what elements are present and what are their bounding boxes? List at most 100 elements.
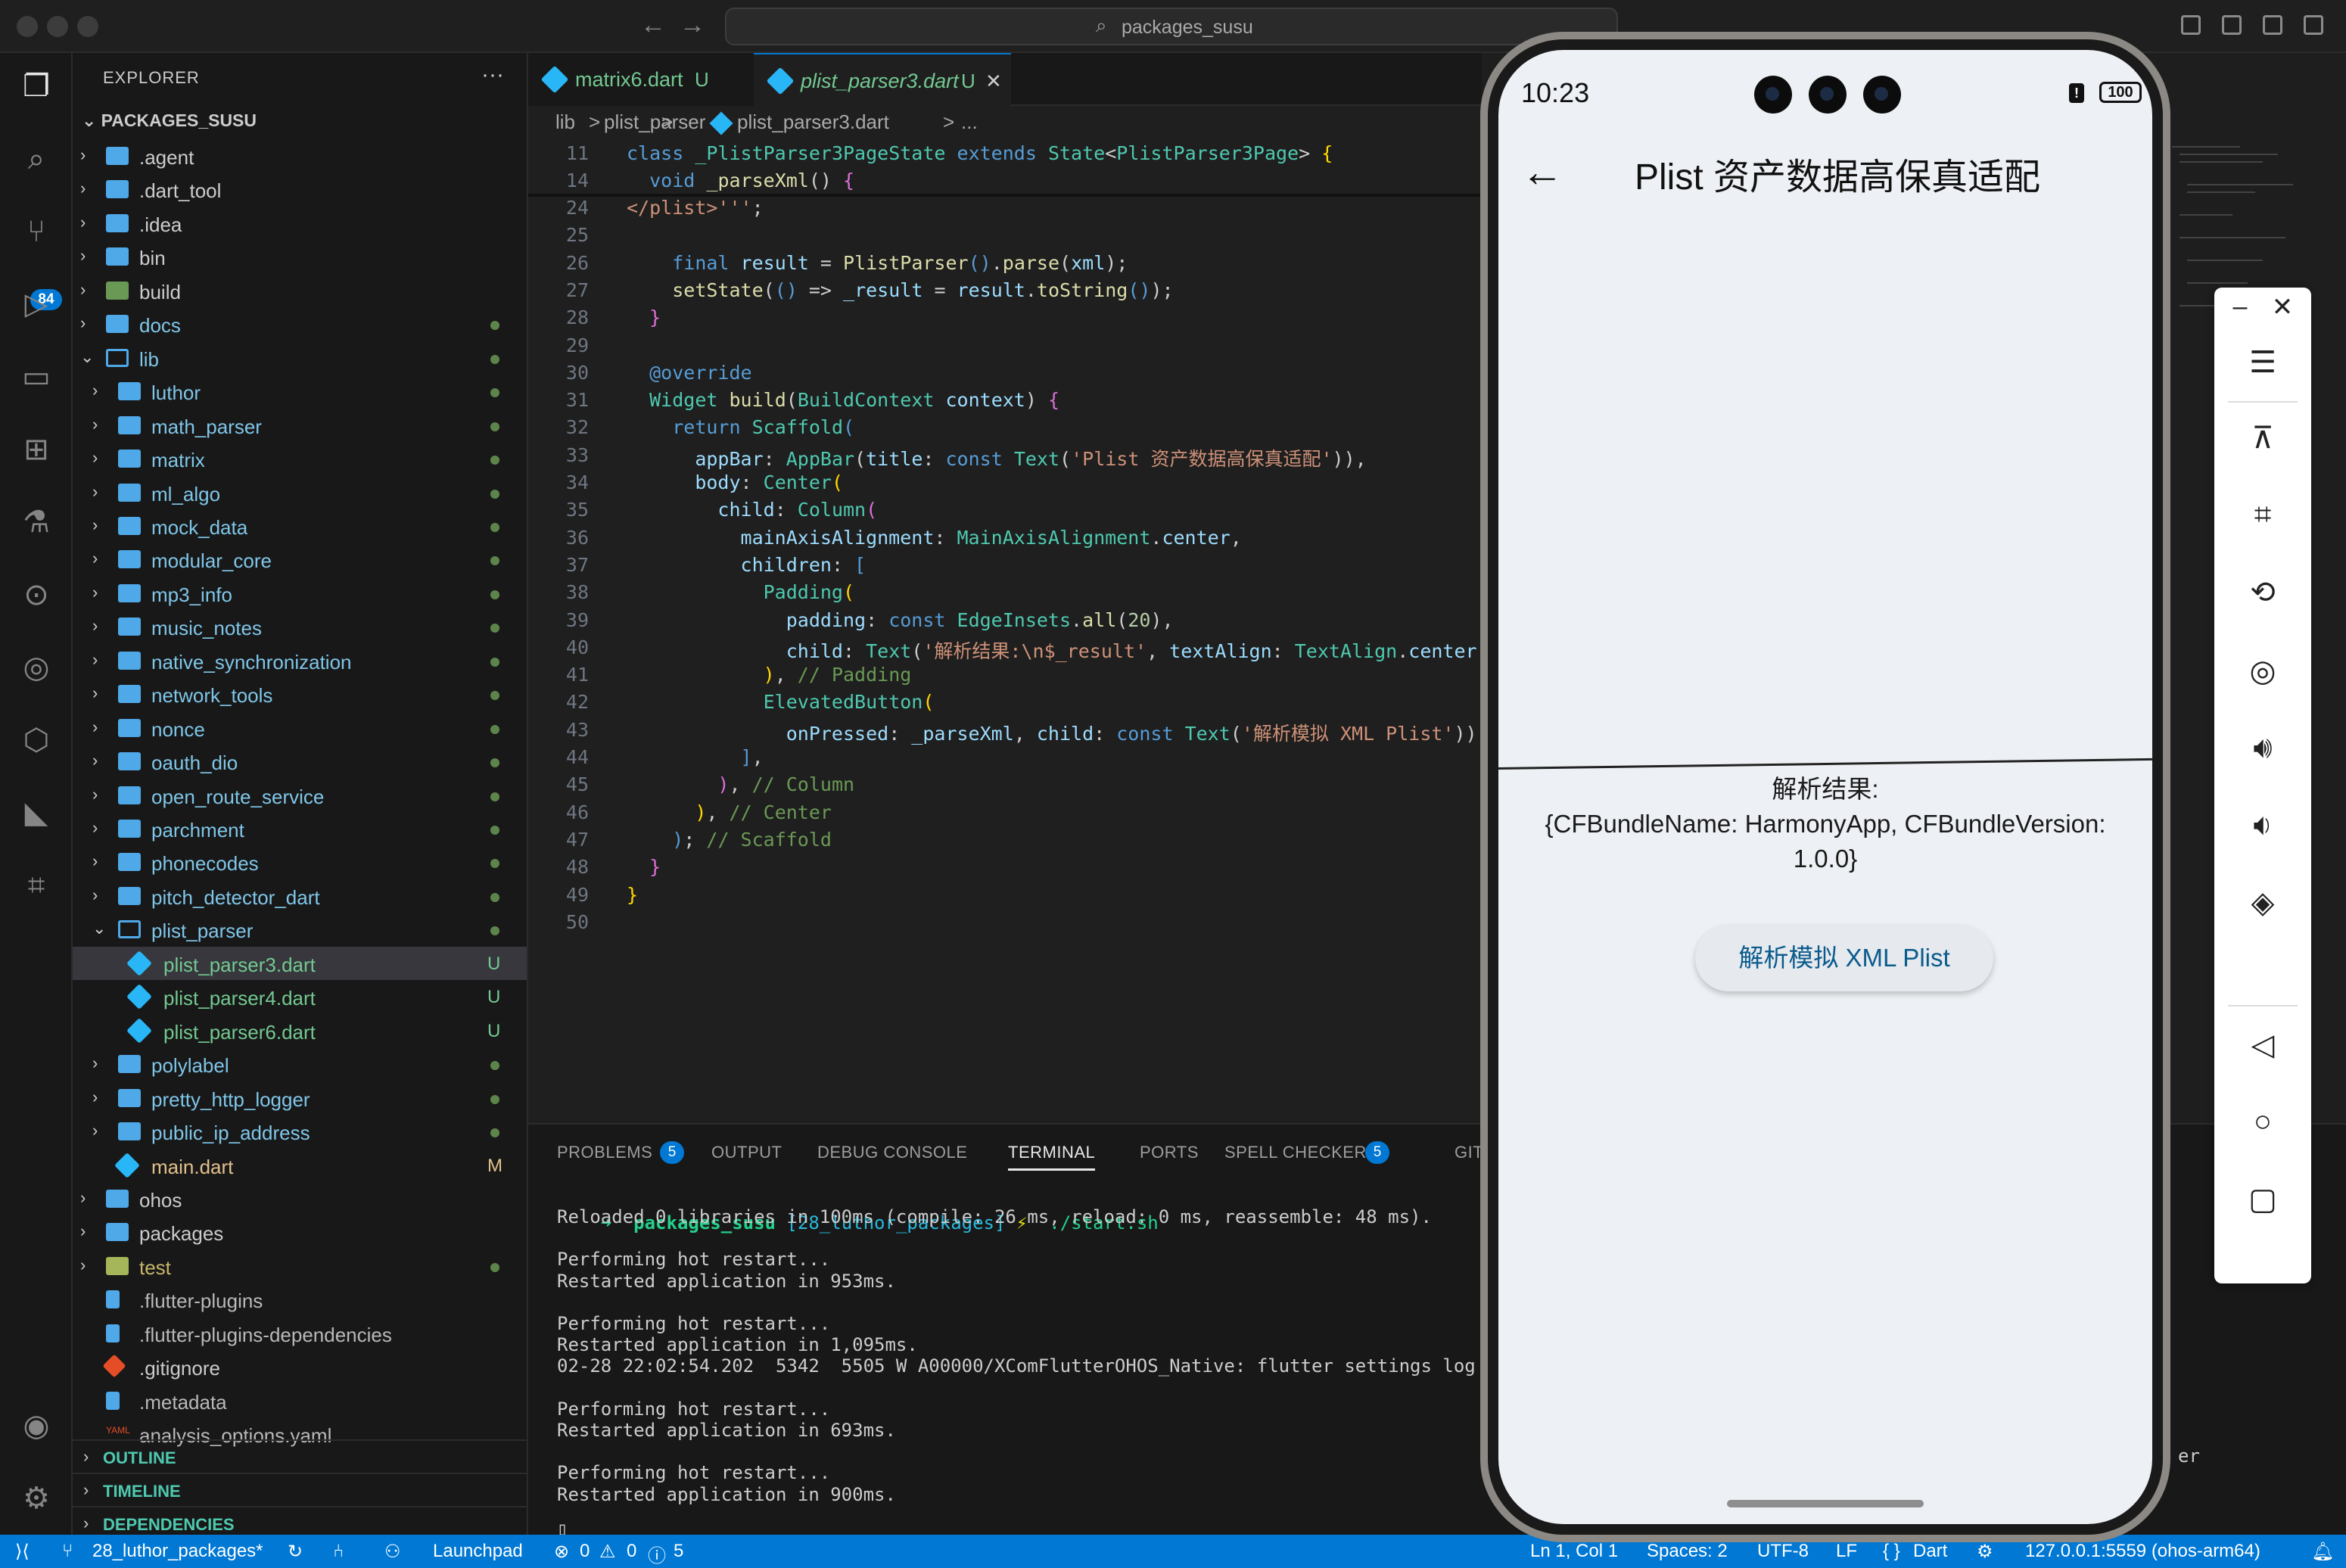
gitlens-icon[interactable]: ⊙	[18, 577, 54, 613]
tree-folder[interactable]: › modular_core	[73, 543, 527, 576]
home-indicator[interactable]	[1727, 1500, 1924, 1507]
back-nav-icon[interactable]: ←	[640, 11, 666, 40]
editor-tab[interactable]: plist_parser3.dart U ✕	[754, 53, 1011, 106]
testing-icon[interactable]: ⚗	[18, 504, 54, 540]
tree-folder[interactable]: ⌄ lib	[73, 341, 527, 375]
forward-nav-icon[interactable]: →	[680, 11, 705, 40]
flutter-icon[interactable]: ◣	[18, 795, 54, 831]
tree-folder[interactable]: › open_route_service	[73, 779, 527, 812]
tree-file[interactable]: plist_parser3.dart U	[73, 946, 527, 980]
toggle-sidebar-icon[interactable]	[2222, 15, 2242, 35]
toggle-secondary-sidebar-icon[interactable]	[2304, 15, 2323, 35]
close-window-button[interactable]	[17, 16, 38, 37]
editor-tab[interactable]: matrix6.dart U	[528, 53, 754, 106]
scan-icon[interactable]: ⌗	[18, 867, 54, 904]
panel-tab-ports[interactable]: PORTS	[1140, 1143, 1199, 1162]
remote-indicator-icon[interactable]: ⟩⟨	[15, 1541, 30, 1563]
tree-file[interactable]: .flutter-plugins	[73, 1283, 527, 1316]
tree-file[interactable]: .gitignore	[73, 1350, 527, 1383]
tree-folder[interactable]: › network_tools	[73, 677, 527, 711]
git-graph-icon[interactable]: ◎	[18, 649, 54, 686]
panel-tab-spell-checker[interactable]: SPELL CHECKER	[1224, 1143, 1367, 1162]
tree-folder[interactable]: ⌄ plist_parser	[73, 913, 527, 946]
rotate-icon[interactable]: ⟲	[2214, 575, 2311, 610]
layout-customize-icon[interactable]	[2181, 15, 2201, 35]
explorer-icon[interactable]: ❐	[18, 68, 54, 104]
volume-up-icon[interactable]: 🔊︎	[2214, 731, 2311, 765]
minimize-window-button[interactable]	[47, 16, 68, 37]
record-icon[interactable]: ◎	[2214, 654, 2311, 689]
run-debug-icon[interactable]: ▷	[18, 286, 54, 322]
status-device[interactable]: 127.0.0.1:5559 (ohos-arm64)	[2025, 1541, 2260, 1562]
nav-recents-icon[interactable]: ▢	[2214, 1182, 2311, 1217]
tree-folder[interactable]: › parchment	[73, 812, 527, 845]
panel-tab-terminal[interactable]: TERMINAL	[1008, 1143, 1096, 1171]
tree-folder[interactable]: › ohos	[73, 1182, 527, 1215]
tree-folder[interactable]: › phonecodes	[73, 845, 527, 879]
graph-icon[interactable]: ⑃	[333, 1541, 344, 1562]
pin-on-top-icon[interactable]: ⊼	[2214, 421, 2311, 456]
tree-folder[interactable]: › luthor	[73, 375, 527, 408]
status-language[interactable]: Dart	[1913, 1541, 1947, 1562]
phone-screen[interactable]: 10:23 ! 100 ← Plist 资产数据高保真适配 解析结果: {CFB…	[1498, 50, 2152, 1524]
remote-explorer-icon[interactable]: ▭	[18, 359, 54, 395]
status-info[interactable]: 5	[674, 1541, 683, 1562]
panel-tab-problems[interactable]: PROBLEMS	[557, 1143, 652, 1162]
tree-folder[interactable]: › nonce	[73, 711, 527, 745]
tree-folder[interactable]: › mock_data	[73, 509, 527, 543]
tree-folder[interactable]: › packages	[73, 1215, 527, 1249]
tab-close-icon[interactable]: ✕	[985, 70, 1002, 93]
screenshot-crop-icon[interactable]: ⌗	[2214, 498, 2311, 532]
explorer-more-icon[interactable]: ···	[481, 62, 504, 88]
tree-file[interactable]: plist_parser6.dart U	[73, 1014, 527, 1047]
settings-gear-icon[interactable]: ⚙	[18, 1480, 54, 1517]
tree-folder[interactable]: › .agent	[73, 139, 527, 173]
account-icon[interactable]: ◉	[18, 1408, 54, 1444]
status-errors[interactable]: 0	[580, 1541, 590, 1562]
extensions-icon[interactable]: ⊞	[18, 431, 54, 468]
tree-file[interactable]: main.dart M	[73, 1149, 527, 1182]
back-arrow-icon[interactable]: ←	[1521, 147, 1563, 196]
tree-folder[interactable]: › docs	[73, 307, 527, 341]
tree-folder[interactable]: › public_ip_address	[73, 1115, 527, 1148]
nav-back-icon[interactable]: ◁	[2214, 1028, 2311, 1062]
breadcrumb-item[interactable]: lib	[555, 110, 575, 134]
tree-folder[interactable]: › pretty_http_logger	[73, 1081, 527, 1115]
close-icon[interactable]: ✕	[2234, 292, 2331, 322]
tree-folder[interactable]: › ml_algo	[73, 476, 527, 509]
tree-folder[interactable]: › test	[73, 1249, 527, 1283]
tree-folder[interactable]: › math_parser	[73, 409, 527, 442]
tree-file[interactable]: plist_parser4.dart U	[73, 980, 527, 1013]
tree-folder[interactable]: › oauth_dio	[73, 745, 527, 778]
status-cursor-position[interactable]: Ln 1, Col 1	[1530, 1541, 1618, 1562]
tree-folder[interactable]: › build	[73, 274, 527, 307]
tree-folder[interactable]: › .idea	[73, 207, 527, 240]
tree-file[interactable]: .metadata	[73, 1384, 527, 1417]
status-indentation[interactable]: Spaces: 2	[1647, 1541, 1728, 1562]
menu-icon[interactable]: ☰	[2214, 345, 2311, 380]
breadcrumb-item[interactable]: plist_parser3.dart	[737, 110, 889, 134]
toggle-panel-icon[interactable]	[2263, 15, 2282, 35]
shake-icon[interactable]: ◈	[2214, 885, 2311, 920]
parse-xml-button[interactable]: 解析模拟 XML Plist	[1695, 925, 1993, 991]
tree-folder[interactable]: › polylabel	[73, 1047, 527, 1081]
panel-tab-debug-console[interactable]: DEBUG CONSOLE	[817, 1143, 967, 1162]
tree-file[interactable]: .flutter-plugins-dependencies	[73, 1317, 527, 1350]
notifications-bell-icon[interactable]: 🔔︎	[2311, 1541, 2334, 1563]
section-outline[interactable]: › OUTLINE	[73, 1439, 527, 1473]
status-branch[interactable]: 28_luthor_packages*	[92, 1541, 263, 1562]
code-editor[interactable]: 11 class _PlistParser3PageState extends S…	[528, 139, 1500, 1123]
section-timeline[interactable]: › TIMELINE	[73, 1473, 527, 1506]
sync-icon[interactable]: ↻	[288, 1541, 303, 1563]
zoom-window-button[interactable]	[77, 16, 98, 37]
status-warnings[interactable]: 0	[627, 1541, 636, 1562]
source-control-icon[interactable]: ⑂	[18, 213, 54, 250]
command-center-search[interactable]: ⌕ packages_susu	[725, 8, 1618, 45]
tree-folder[interactable]: › music_notes	[73, 610, 527, 643]
breadcrumb-item[interactable]: plist_parser	[604, 110, 705, 134]
volume-down-icon[interactable]: 🔉︎	[2214, 808, 2311, 842]
containers-icon[interactable]: ⬡	[18, 722, 54, 758]
tree-folder[interactable]: › native_synchronization	[73, 644, 527, 677]
status-encoding[interactable]: UTF-8	[1757, 1541, 1809, 1562]
tree-folder[interactable]: › bin	[73, 240, 527, 273]
